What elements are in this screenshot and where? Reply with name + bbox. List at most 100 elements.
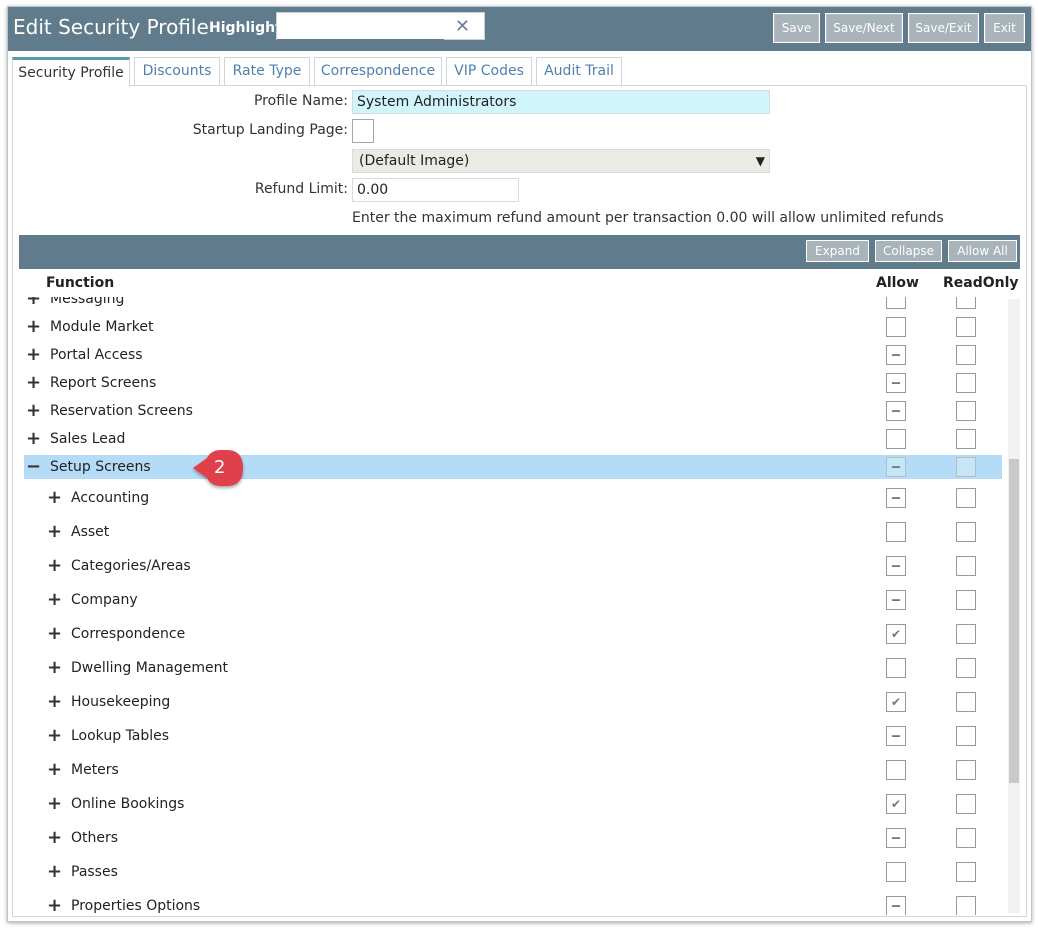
tab-correspondence[interactable]: Correspondence: [314, 57, 442, 85]
allow-checkbox[interactable]: [886, 429, 906, 449]
allow-checkbox[interactable]: ‒: [886, 828, 906, 848]
readonly-checkbox[interactable]: [956, 590, 976, 610]
tree-row[interactable]: + Messaging: [24, 297, 1002, 313]
readonly-checkbox[interactable]: [956, 522, 976, 542]
tree-row-selected[interactable]: − Setup Screens ‒: [24, 455, 1002, 479]
allow-checkbox[interactable]: [886, 317, 906, 337]
tab-vip-codes[interactable]: VIP Codes: [446, 57, 532, 85]
expand-node-icon[interactable]: +: [47, 693, 62, 711]
readonly-checkbox[interactable]: [956, 862, 976, 882]
refund-limit-input[interactable]: 0.00: [352, 178, 519, 202]
readonly-checkbox[interactable]: [956, 760, 976, 780]
expand-node-icon[interactable]: +: [47, 489, 62, 507]
tree-row[interactable]: + Passes: [24, 855, 1002, 889]
tree-row[interactable]: + Categories/Areas ‒: [24, 549, 1002, 583]
allow-checkbox[interactable]: ‒: [886, 345, 906, 365]
allow-checkbox[interactable]: ‒: [886, 556, 906, 576]
expand-node-icon[interactable]: +: [47, 795, 62, 813]
tree-row[interactable]: + Housekeeping ✔: [24, 685, 1002, 719]
readonly-checkbox[interactable]: [956, 624, 976, 644]
tree-row[interactable]: + Dwelling Management: [24, 651, 1002, 685]
allow-checkbox[interactable]: ‒: [886, 590, 906, 610]
tab-discounts[interactable]: Discounts: [134, 57, 220, 85]
save-button[interactable]: Save: [773, 13, 820, 43]
readonly-checkbox[interactable]: [956, 658, 976, 678]
startup-landing-page-checkbox[interactable]: [352, 119, 374, 143]
profile-name-input[interactable]: System Administrators: [352, 90, 770, 114]
readonly-checkbox[interactable]: [956, 896, 976, 915]
readonly-checkbox[interactable]: [956, 828, 976, 848]
highlight-input[interactable]: ✕: [276, 12, 485, 41]
allow-checkbox[interactable]: ‒: [886, 457, 906, 477]
readonly-checkbox[interactable]: [956, 488, 976, 508]
expand-node-icon[interactable]: +: [47, 523, 62, 541]
expand-node-icon[interactable]: +: [26, 318, 41, 336]
readonly-checkbox[interactable]: [956, 556, 976, 576]
readonly-checkbox[interactable]: [956, 692, 976, 712]
readonly-checkbox[interactable]: [956, 457, 976, 477]
expand-node-icon[interactable]: +: [26, 374, 41, 392]
collapse-node-icon[interactable]: −: [26, 458, 41, 476]
tree-row[interactable]: + Portal Access ‒: [24, 341, 1002, 369]
expand-node-icon[interactable]: +: [26, 430, 41, 448]
allow-checkbox[interactable]: ✔: [886, 624, 906, 644]
allow-checkbox[interactable]: ‒: [886, 896, 906, 915]
allow-checkbox[interactable]: [886, 862, 906, 882]
tree-row[interactable]: + Others ‒: [24, 821, 1002, 855]
expand-node-icon[interactable]: +: [47, 557, 62, 575]
allow-checkbox[interactable]: ✔: [886, 692, 906, 712]
expand-node-icon[interactable]: +: [26, 297, 41, 308]
tab-audit-trail[interactable]: Audit Trail: [536, 57, 622, 85]
tree-row[interactable]: + Correspondence ✔: [24, 617, 1002, 651]
readonly-checkbox[interactable]: [956, 317, 976, 337]
allow-checkbox[interactable]: [886, 760, 906, 780]
allow-checkbox[interactable]: [886, 297, 906, 309]
readonly-checkbox[interactable]: [956, 297, 976, 309]
expand-node-icon[interactable]: +: [47, 591, 62, 609]
expand-node-icon[interactable]: +: [47, 761, 62, 779]
tree-row[interactable]: + Asset: [24, 515, 1002, 549]
default-image-select[interactable]: (Default Image) ▼: [352, 149, 770, 173]
save-next-button[interactable]: Save/Next: [825, 13, 903, 43]
tree-row[interactable]: + Sales Lead: [24, 425, 1002, 453]
exit-button[interactable]: Exit: [984, 13, 1025, 43]
tree-row[interactable]: + Lookup Tables ‒: [24, 719, 1002, 753]
expand-node-icon[interactable]: +: [26, 402, 41, 420]
readonly-checkbox[interactable]: [956, 429, 976, 449]
expand-button[interactable]: Expand: [806, 240, 869, 262]
readonly-checkbox[interactable]: [956, 401, 976, 421]
expand-node-icon[interactable]: +: [47, 897, 62, 915]
tree-row[interactable]: + Meters: [24, 753, 1002, 787]
tab-rate-type[interactable]: Rate Type: [224, 57, 310, 85]
readonly-checkbox[interactable]: [956, 373, 976, 393]
expand-node-icon[interactable]: +: [26, 346, 41, 364]
collapse-button[interactable]: Collapse: [875, 240, 942, 262]
allow-checkbox[interactable]: ‒: [886, 373, 906, 393]
tree-row[interactable]: + Module Market: [24, 313, 1002, 341]
allow-checkbox[interactable]: ‒: [886, 488, 906, 508]
tree-row[interactable]: + Accounting ‒: [24, 481, 1002, 515]
expand-node-icon[interactable]: +: [47, 659, 62, 677]
allow-checkbox[interactable]: ‒: [886, 726, 906, 746]
readonly-checkbox[interactable]: [956, 794, 976, 814]
tree-row[interactable]: + Properties Options ‒: [24, 889, 1002, 915]
save-exit-button[interactable]: Save/Exit: [908, 13, 979, 43]
expand-node-icon[interactable]: +: [47, 829, 62, 847]
expand-node-icon[interactable]: +: [47, 727, 62, 745]
tree-row[interactable]: + Company ‒: [24, 583, 1002, 617]
readonly-checkbox[interactable]: [956, 726, 976, 746]
allow-checkbox[interactable]: ✔: [886, 794, 906, 814]
tab-security-profile[interactable]: Security Profile: [12, 57, 130, 87]
clear-icon[interactable]: ✕: [455, 16, 470, 37]
expand-node-icon[interactable]: +: [47, 863, 62, 881]
tree-row[interactable]: + Report Screens ‒: [24, 369, 1002, 397]
allow-checkbox[interactable]: [886, 658, 906, 678]
grid-scrollbar-thumb[interactable]: [1009, 459, 1019, 783]
allow-checkbox[interactable]: ‒: [886, 401, 906, 421]
tree-row[interactable]: + Reservation Screens ‒: [24, 397, 1002, 425]
tree-row[interactable]: + Online Bookings ✔: [24, 787, 1002, 821]
allow-all-button[interactable]: Allow All: [948, 240, 1017, 262]
expand-node-icon[interactable]: +: [47, 625, 62, 643]
readonly-checkbox[interactable]: [956, 345, 976, 365]
allow-checkbox[interactable]: [886, 522, 906, 542]
